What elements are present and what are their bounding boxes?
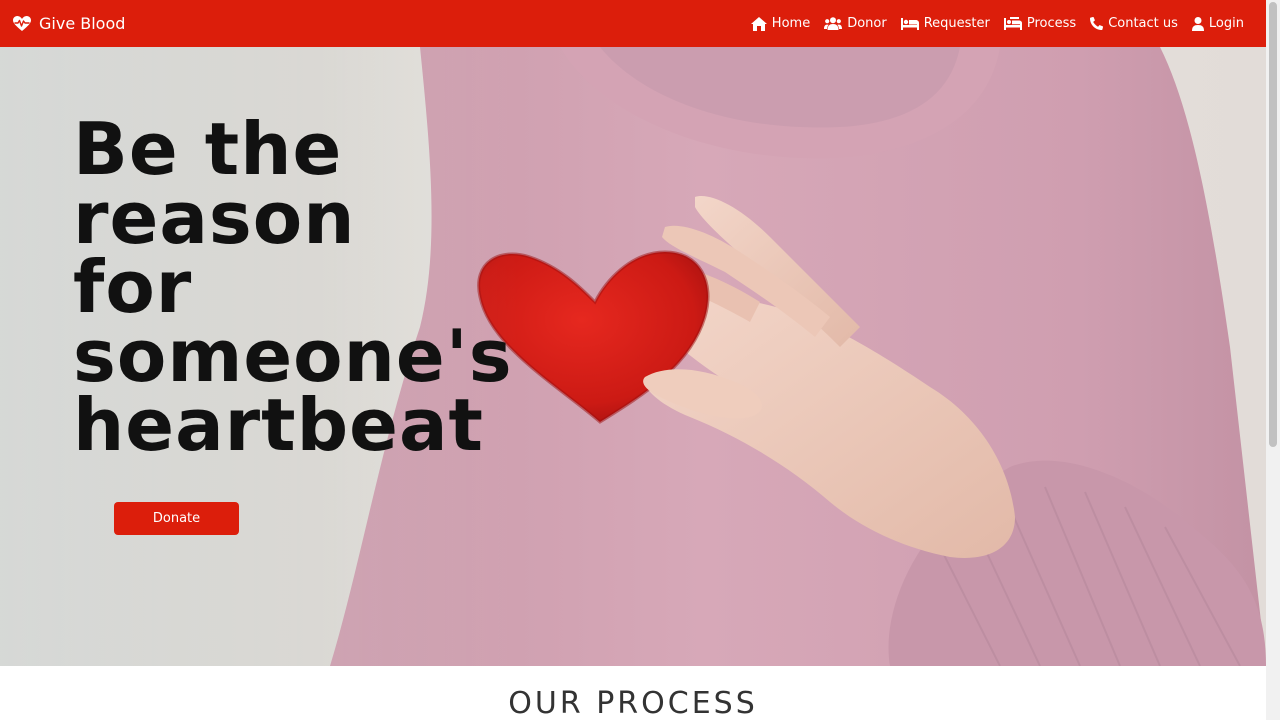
brand-link[interactable]: Give Blood: [13, 14, 125, 33]
user-icon: [1191, 16, 1204, 31]
bed-icon: [900, 17, 919, 30]
hero-headline: Be the reason for someone's heartbeat: [73, 107, 513, 467]
nav-item-donor[interactable]: Donor: [824, 16, 887, 31]
nav-item-label: Requester: [923, 16, 990, 31]
nav-item-label: Login: [1208, 16, 1244, 31]
nav-item-login[interactable]: Login: [1191, 16, 1244, 31]
nav-item-label: Process: [1026, 16, 1077, 31]
scrollbar-thumb[interactable]: [1269, 2, 1277, 447]
procedures-icon: [1003, 17, 1022, 30]
nav-item-label: Home: [771, 16, 811, 31]
nav-item-requester[interactable]: Requester: [900, 16, 990, 31]
process-section-title: OUR PROCESS: [508, 686, 758, 720]
page-scrollbar[interactable]: [1266, 0, 1280, 720]
brand-name: Give Blood: [39, 14, 126, 33]
phone-icon: [1090, 17, 1104, 30]
hero-banner: Be the reason for someone's heartbeat Do…: [0, 47, 1266, 666]
nav-item-home[interactable]: Home: [750, 16, 811, 31]
home-icon: [750, 16, 767, 31]
nav-item-contact[interactable]: Contact us: [1090, 16, 1178, 31]
nav-item-process[interactable]: Process: [1003, 16, 1077, 31]
nav-item-label: Contact us: [1108, 16, 1178, 31]
users-icon: [824, 17, 843, 30]
page: Give Blood Home Donor Requester Process …: [0, 0, 1280, 720]
top-navbar: Give Blood Home Donor Requester Process …: [0, 0, 1266, 47]
heartbeat-icon: [13, 15, 31, 31]
donate-button[interactable]: Donate: [114, 502, 239, 535]
nav-item-label: Donor: [847, 16, 887, 31]
nav-links: Home Donor Requester Process Contact us …: [750, 16, 1244, 31]
